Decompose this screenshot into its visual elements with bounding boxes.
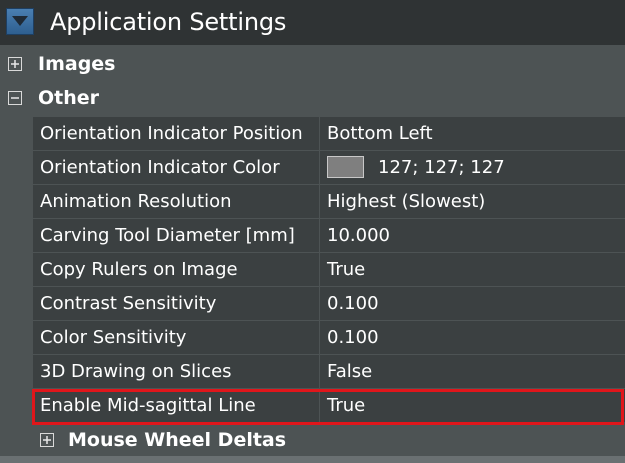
property-name: Orientation Indicator Position xyxy=(33,117,319,150)
property-name: Orientation Indicator Color xyxy=(33,151,319,184)
property-value-color[interactable]: 127; 127; 127 xyxy=(320,151,625,184)
property-grid-panel: Application Settings Images Other Orient… xyxy=(0,0,625,463)
minus-icon xyxy=(11,97,19,99)
property-name: Color Sensitivity xyxy=(33,321,319,354)
chevron-down-icon xyxy=(12,16,28,26)
property-row[interactable]: Animation Resolution Highest (Slowest) xyxy=(33,185,625,219)
property-name: Enable Mid-sagittal Line xyxy=(33,389,319,422)
property-row[interactable]: Carving Tool Diameter [mm] 10.000 xyxy=(33,219,625,253)
property-value[interactable]: 0.100 xyxy=(320,321,625,354)
category-label: Other xyxy=(38,87,100,109)
category-images[interactable]: Images xyxy=(0,48,625,81)
plus-icon xyxy=(43,436,51,444)
property-value[interactable]: False xyxy=(320,355,625,388)
horizontal-scrollbar[interactable] xyxy=(0,456,625,463)
property-row[interactable]: Contrast Sensitivity 0.100 xyxy=(33,287,625,321)
collapse-icon[interactable] xyxy=(8,91,22,105)
property-row-selected[interactable]: Enable Mid-sagittal Line True xyxy=(33,389,625,423)
panel-header: Application Settings xyxy=(0,0,625,45)
category-label: Mouse Wheel Deltas xyxy=(68,429,287,451)
category-label: Images xyxy=(38,53,116,75)
property-value[interactable]: 10.000 xyxy=(320,219,625,252)
panel-title: Application Settings xyxy=(50,8,287,36)
plus-icon xyxy=(11,60,19,68)
expand-icon[interactable] xyxy=(8,57,22,71)
category-mouse-wheel-deltas[interactable]: Mouse Wheel Deltas xyxy=(0,424,625,457)
property-name: 3D Drawing on Slices xyxy=(33,355,319,388)
property-value[interactable]: 0.100 xyxy=(320,287,625,320)
property-name: Carving Tool Diameter [mm] xyxy=(33,219,319,252)
property-name: Copy Rulers on Image xyxy=(33,253,319,286)
property-value[interactable]: Highest (Slowest) xyxy=(320,185,625,218)
property-row[interactable]: Color Sensitivity 0.100 xyxy=(33,321,625,355)
property-name: Contrast Sensitivity xyxy=(33,287,319,320)
color-swatch[interactable] xyxy=(327,155,364,178)
property-name: Animation Resolution xyxy=(33,185,319,218)
property-row[interactable]: 3D Drawing on Slices False xyxy=(33,355,625,389)
color-value-text: 127; 127; 127 xyxy=(378,157,505,178)
expand-icon[interactable] xyxy=(40,433,54,447)
property-value[interactable]: True xyxy=(320,389,625,422)
collapse-panel-button[interactable] xyxy=(6,8,34,35)
property-value[interactable]: True xyxy=(320,253,625,286)
property-row[interactable]: Orientation Indicator Color 127; 127; 12… xyxy=(33,151,625,185)
category-other[interactable]: Other xyxy=(0,82,625,115)
property-value[interactable]: Bottom Left xyxy=(320,117,625,150)
property-row[interactable]: Orientation Indicator Position Bottom Le… xyxy=(33,117,625,151)
property-row[interactable]: Copy Rulers on Image True xyxy=(33,253,625,287)
